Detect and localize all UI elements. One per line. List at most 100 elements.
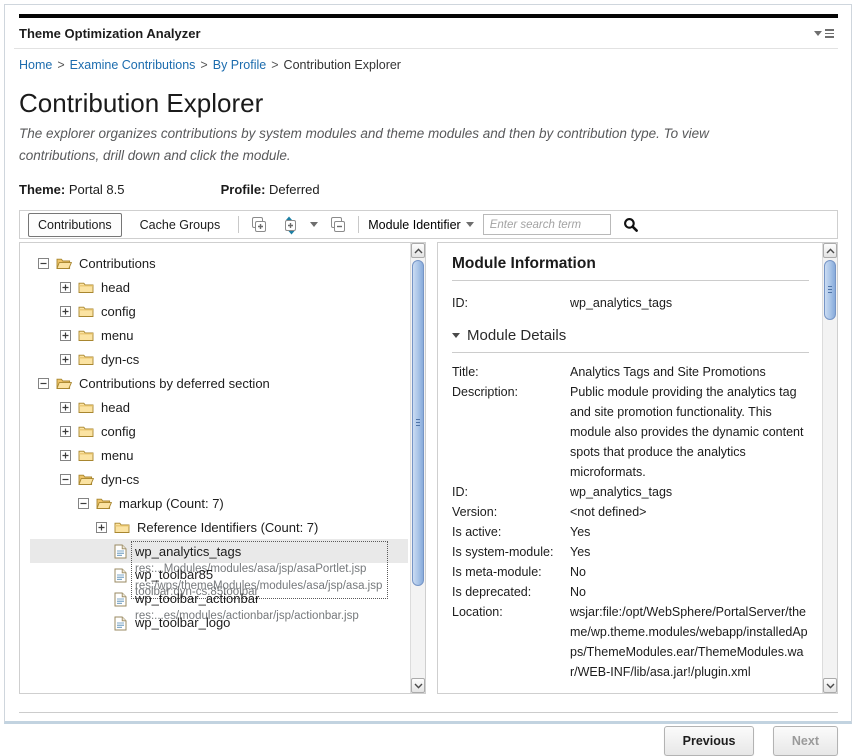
document-icon [114,616,127,631]
details-scrollbar-thumb[interactable] [824,260,836,321]
tree-node-label[interactable]: dyn-cs [101,472,139,487]
collapse-node-icon[interactable] [38,377,49,389]
detail-row-title-: Title: Analytics Tags and Site Promotions [452,362,809,382]
breadcrumb-item-examine-contributions[interactable]: Examine Contributions [70,58,196,72]
tab-cache-groups[interactable]: Cache Groups [131,214,230,236]
toolbar-separator [358,216,360,234]
search-field-dropdown[interactable]: Module Identifier [368,217,474,232]
detail-label: Location: [452,605,503,620]
tree-node-contributions-by-deferred-section[interactable]: Contributions by deferred section [30,371,410,395]
expand-node-icon[interactable] [60,401,71,413]
breadcrumb: Home > Examine Contributions > By Profile > Co… [14,49,838,82]
tree-node-menu[interactable]: menu [30,323,410,347]
tree-node-head[interactable]: head [30,395,410,419]
tab-contributions[interactable]: Contributions [28,212,122,237]
theme-value: Portal 8.5 [68,182,125,198]
expand-all-icon[interactable] [248,214,270,236]
breadcrumb-item-by-profile[interactable]: By Profile [213,58,267,72]
expand-node-icon[interactable] [60,305,71,317]
next-button[interactable]: Next [772,726,838,756]
scroll-down-icon[interactable] [823,678,837,694]
tree-node-label[interactable]: dyn-cs [101,352,139,367]
page-description: The explorer organizes contributions by … [19,126,709,163]
folder-closed-icon [78,305,94,318]
tree-node-label[interactable]: config [101,424,136,439]
expand-node-icon[interactable] [96,521,107,533]
module-id-label: ID: [452,296,468,311]
tree-node-label[interactable]: menu [101,328,134,343]
module-details-section-header[interactable]: Module Details [452,327,809,354]
tree-node-dyn-cs[interactable]: dyn-cs [30,467,410,491]
detail-label: Title: [452,365,479,380]
scroll-down-icon[interactable] [411,678,425,694]
tree-node-label[interactable]: config [101,304,136,319]
tree-scrollbar[interactable] [410,243,425,694]
tree-node-label[interactable]: Contributions by deferred section [79,376,270,391]
folder-closed-icon [78,449,94,462]
collapse-node-icon[interactable] [60,473,71,485]
expand-node-icon[interactable] [60,425,71,437]
tree-node-label[interactable]: head [101,280,130,295]
tree-scrollbar-thumb[interactable] [412,260,424,587]
detail-row-id-: ID: wp_analytics_tags [452,482,809,502]
list-dropdown-icon[interactable] [814,29,834,38]
tree-node-reference-identifiers-count-7-[interactable]: Reference Identifiers (Count: 7) [30,515,410,539]
tree-node-label[interactable]: head [101,400,130,415]
folder-closed-icon [78,353,94,366]
expand-node-icon[interactable] [60,353,71,365]
capabilities-section-header[interactable]: Capabilities (Count: 2) [452,691,809,693]
module-details-rows: Title: Analytics Tags and Site Promotions… [452,362,809,682]
tree-node-contributions[interactable]: Contributions [30,251,410,275]
breadcrumb-separator: > [200,58,208,72]
tree-node-label[interactable]: menu [101,448,134,463]
tree-node-label[interactable]: Contributions [79,256,156,271]
toolbar-separator [238,216,240,234]
tree-node-label[interactable]: markup (Count: 7) [119,496,224,511]
collapse-node-icon[interactable] [38,257,49,269]
tree-module-wp-toolbar-actionbar[interactable]: wp_toolbar_actionbar res:...es/modules/ac… [30,587,410,622]
collapse-all-icon[interactable] [327,214,349,236]
tree-node-head[interactable]: head [30,275,410,299]
tree-module-label[interactable]: wp_analytics_tags [135,543,382,561]
search-field-label: Module Identifier [368,217,461,232]
footer: Previous Next [14,713,838,756]
search-icon[interactable] [620,214,642,236]
tree-module-label[interactable]: wp_toolbar85 [135,566,258,584]
profile-label: Profile: [220,182,266,198]
tree-node-markup-count-7-[interactable]: markup (Count: 7) [30,491,410,515]
tree-node-dyn-cs[interactable]: dyn-cs [30,347,410,371]
tree-node-config[interactable]: config [30,299,410,323]
tree-module-wp-analytics-tags[interactable]: wp_analytics_tags res:...Modules/modules/… [30,539,408,600]
tree-node-menu[interactable]: menu [30,443,410,467]
detail-value: Yes [570,525,591,540]
app-header: Theme Optimization Analyzer [14,18,838,49]
breadcrumb-item-home[interactable]: Home [19,58,52,72]
tree-module-label[interactable]: wp_toolbar_actionbar [135,590,359,608]
search-input[interactable] [482,214,611,236]
module-information-panel: Module Information ID: wp_analytics_tags… [437,242,838,695]
capabilities-count: (Count: 2) [545,692,598,694]
toolbar: Contributions Cache Groups Module Identi… [19,210,838,240]
expand-levels-caret-icon[interactable] [310,222,319,228]
folder-open-icon [96,497,112,510]
tree-node-config[interactable]: config [30,419,410,443]
expand-node-icon[interactable] [60,329,71,341]
detail-value: wp_analytics_tags [570,485,673,500]
theme-label: Theme: [19,182,66,198]
previous-button[interactable]: Previous [663,726,755,756]
detail-row-is-active-: Is active: Yes [452,522,809,542]
detail-label: ID: [452,485,468,500]
collapse-node-icon[interactable] [78,497,89,509]
detail-value: <not defined> [570,505,647,520]
expand-node-icon[interactable] [60,449,71,461]
detail-label: Version: [452,505,498,520]
tree-node-label[interactable]: Reference Identifiers (Count: 7) [137,520,318,535]
scroll-up-icon[interactable] [411,243,425,259]
details-scrollbar[interactable] [822,243,837,694]
expand-node-icon[interactable] [60,281,71,293]
expand-levels-icon[interactable] [279,214,301,236]
scroll-up-icon[interactable] [823,243,837,259]
tree-module-label[interactable]: wp_toolbar_logo [135,614,230,632]
detail-row-version-: Version: <not defined> [452,502,809,522]
folder-closed-icon [78,329,94,342]
